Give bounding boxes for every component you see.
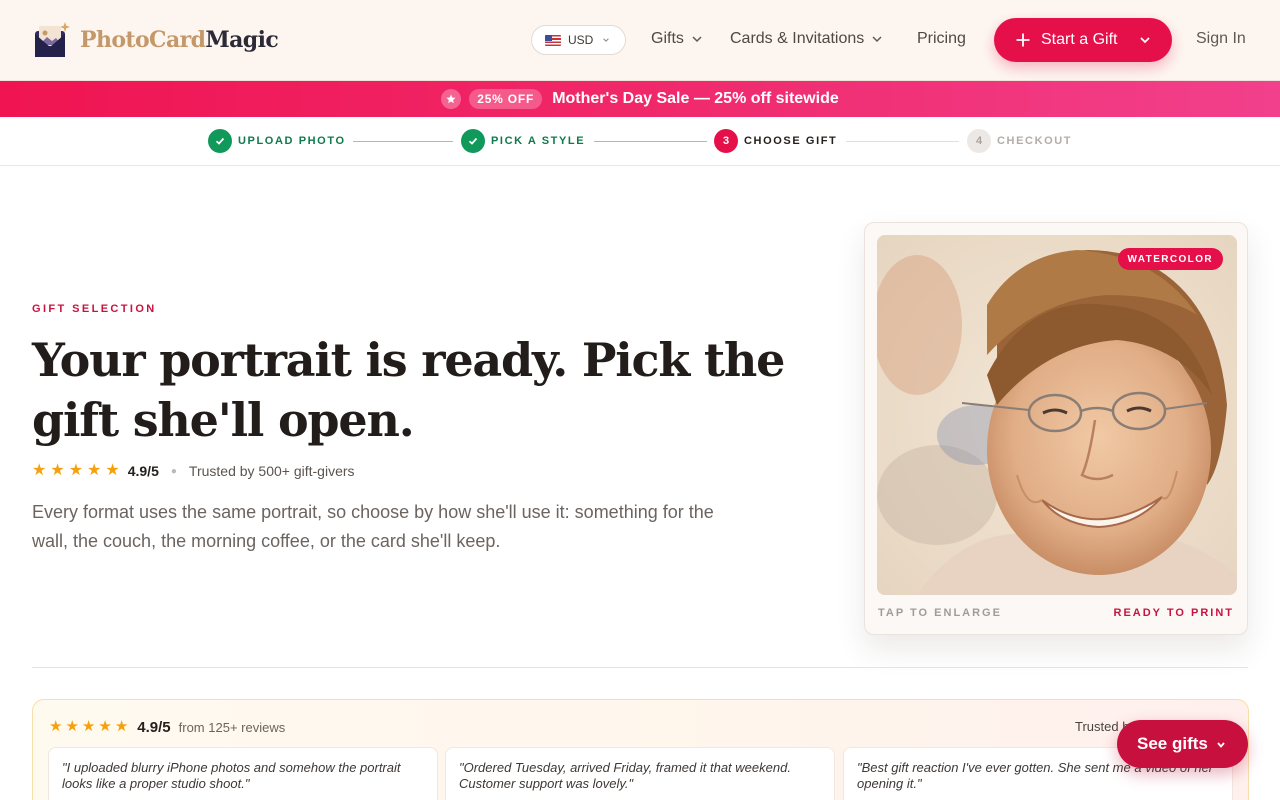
nav-pricing[interactable]: Pricing xyxy=(917,30,966,48)
step-choose-gift[interactable]: 3 CHOOSE GIFT xyxy=(714,129,837,153)
step-connector xyxy=(846,141,959,142)
hero-rating: ★ ★ ★ ★ ★ 4.9/5 ● Trusted by 500+ gift-giver… xyxy=(32,462,355,480)
site-header: PhotoCardMagic USD Gifts Cards & Invitat… xyxy=(0,0,1280,81)
see-gifts-button[interactable]: See gifts xyxy=(1117,720,1248,768)
star-icon: ★ xyxy=(81,718,96,735)
progress-steps: UPLOAD PHOTO PICK A STYLE 3 CHOOSE GIFT … xyxy=(0,117,1280,166)
step-checkout: 4 CHECKOUT xyxy=(967,129,1072,153)
start-gift-label: Start a Gift xyxy=(1041,31,1118,48)
step-upload-photo[interactable]: UPLOAD PHOTO xyxy=(208,129,346,153)
star-icon: ★ xyxy=(49,718,63,735)
start-gift-button[interactable]: Start a Gift xyxy=(994,18,1172,62)
star-icon xyxy=(441,89,462,109)
nav-cards-invitations[interactable]: Cards & Invitations xyxy=(730,30,883,48)
step-label: UPLOAD PHOTO xyxy=(238,135,346,147)
brand-logo[interactable]: PhotoCardMagic xyxy=(32,20,279,60)
envelope-logo-icon xyxy=(32,20,72,60)
currency-label: USD xyxy=(568,33,594,47)
nav-pricing-label: Pricing xyxy=(917,30,966,47)
star-icon: ★ xyxy=(105,462,120,479)
nav-cards-label: Cards & Invitations xyxy=(730,30,865,47)
step-number: 3 xyxy=(714,129,738,153)
reviews-rating: ★ ★ ★ ★ ★ 4.9/5 from 125+ reviews xyxy=(49,718,285,736)
step-number: 4 xyxy=(967,129,991,153)
review-quote: "I uploaded blurry iPhone photos and som… xyxy=(48,747,438,800)
reviews-score: 4.9/5 xyxy=(137,718,171,736)
promo-badge: 25% OFF xyxy=(469,89,543,109)
separator-dot: ● xyxy=(170,465,177,477)
star-icon: ★ xyxy=(65,718,79,735)
section-divider xyxy=(32,667,1248,668)
chevron-down-icon xyxy=(1140,37,1150,44)
review-quote: "Ordered Tuesday, arrived Friday, framed… xyxy=(445,747,835,800)
step-label: CHOOSE GIFT xyxy=(744,135,838,147)
rating-stars: ★ ★ ★ ★ ★ xyxy=(49,718,131,736)
chevron-down-icon xyxy=(872,36,882,43)
currency-selector[interactable]: USD xyxy=(531,25,626,55)
step-label: CHECKOUT xyxy=(997,135,1073,147)
chevron-down-icon xyxy=(603,38,610,42)
hero-description: Every format uses the same portrait, so … xyxy=(32,502,714,551)
style-badge: WATERCOLOR xyxy=(1117,248,1223,270)
promo-banner[interactable]: 25% OFF Mother's Day Sale — 25% off site… xyxy=(0,81,1280,117)
step-label: PICK A STYLE xyxy=(491,135,586,147)
nav-gifts[interactable]: Gifts xyxy=(651,30,703,48)
check-icon xyxy=(208,129,232,153)
star-icon: ★ xyxy=(98,718,112,735)
sign-in-link[interactable]: Sign In xyxy=(1196,30,1246,48)
portrait-preview-card[interactable]: WATERCOLOR TAP TO ENLARGE READY TO PRINT xyxy=(864,222,1248,635)
brand-name: PhotoCardMagic xyxy=(80,27,279,53)
reviews-count: from 125+ reviews xyxy=(178,719,286,735)
trust-text: Trusted by 500+ gift-givers xyxy=(188,463,355,479)
plus-icon xyxy=(1016,33,1030,47)
star-icon: ★ xyxy=(87,462,102,479)
see-gifts-label: See gifts xyxy=(1137,734,1208,753)
rating-score: 4.9/5 xyxy=(127,463,159,479)
step-connector xyxy=(594,141,707,142)
us-flag-icon xyxy=(545,34,561,46)
promo-text: Mother's Day Sale — 25% off sitewide xyxy=(552,90,839,107)
step-pick-style[interactable]: PICK A STYLE xyxy=(461,129,585,153)
star-icon: ★ xyxy=(68,462,84,479)
section-eyebrow: GIFT SELECTION xyxy=(32,303,157,315)
portrait-image[interactable]: WATERCOLOR xyxy=(877,235,1237,595)
star-icon: ★ xyxy=(50,462,65,479)
chevron-down-icon xyxy=(692,36,702,43)
check-icon xyxy=(461,129,485,153)
star-icon: ★ xyxy=(32,462,47,479)
page-title: Your portrait is ready. Pick the gift sh… xyxy=(32,333,785,447)
print-status: READY TO PRINT xyxy=(1113,607,1234,619)
star-icon: ★ xyxy=(114,718,129,735)
chevron-down-icon xyxy=(1217,742,1225,748)
rating-stars: ★ ★ ★ ★ ★ xyxy=(32,462,124,480)
reviews-section: ★ ★ ★ ★ ★ 4.9/5 from 125+ reviews Trusted by… xyxy=(32,699,1249,800)
tap-to-enlarge-hint[interactable]: TAP TO ENLARGE xyxy=(878,607,1002,619)
nav-gifts-label: Gifts xyxy=(651,30,684,47)
step-connector xyxy=(353,141,453,142)
